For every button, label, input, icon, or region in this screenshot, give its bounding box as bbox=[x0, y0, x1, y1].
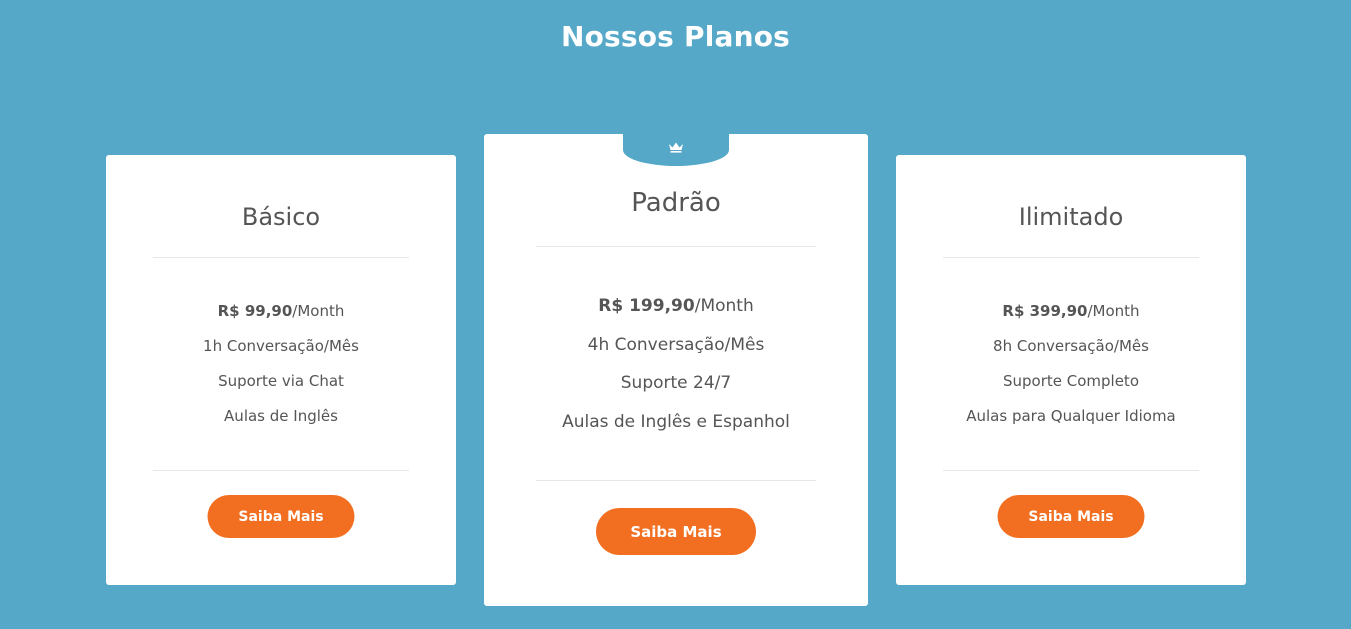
price-amount: R$ 399,90 bbox=[1002, 302, 1088, 320]
price-period: /Month bbox=[1087, 302, 1140, 320]
divider bbox=[536, 246, 816, 247]
plan-price: R$ 199,90/Month bbox=[484, 295, 868, 334]
page-title: Nossos Planos bbox=[560, 20, 791, 53]
divider bbox=[153, 257, 409, 258]
price-amount: R$ 99,90 bbox=[217, 302, 293, 320]
saiba-mais-button-padrao[interactable]: Saiba Mais bbox=[596, 508, 756, 555]
feature-item: Aulas de Inglês e Espanhol bbox=[562, 411, 790, 432]
plan-name: Padrão bbox=[631, 188, 721, 218]
price-amount: R$ 199,90 bbox=[598, 296, 695, 316]
featured-badge bbox=[623, 134, 729, 166]
saiba-mais-button-basico[interactable]: Saiba Mais bbox=[207, 495, 355, 538]
divider bbox=[943, 470, 1199, 471]
price-period: /Month bbox=[694, 296, 754, 316]
feature-item: 8h Conversação/Mês bbox=[993, 337, 1149, 355]
plan-price: R$ 399,90/Month bbox=[896, 301, 1246, 336]
plan-features: R$ 99,90/Month 1h Conversação/Mês Suport… bbox=[106, 301, 456, 441]
feature-item: Suporte Completo bbox=[1002, 372, 1139, 390]
plan-price: R$ 99,90/Month bbox=[106, 301, 456, 336]
feature-item: Suporte 24/7 bbox=[620, 373, 732, 393]
plan-card-padrao: Padrão R$ 199,90/Month 4h Conversação/Mê… bbox=[484, 134, 868, 606]
divider bbox=[943, 257, 1199, 258]
price-period: /Month bbox=[292, 302, 345, 320]
feature-item: Aulas para Qualquer Idioma bbox=[966, 407, 1176, 425]
plan-card-basico: Básico R$ 99,90/Month 1h Conversação/Mês… bbox=[106, 155, 456, 585]
divider bbox=[536, 480, 816, 481]
plan-name: Ilimitado bbox=[1018, 203, 1124, 231]
plan-card-ilimitado: Ilimitado R$ 399,90/Month 8h Conversação… bbox=[896, 155, 1246, 585]
feature-item: Aulas de Inglês bbox=[224, 407, 338, 425]
divider bbox=[153, 470, 409, 471]
crown-icon bbox=[668, 134, 684, 157]
plan-name: Básico bbox=[241, 203, 321, 231]
plan-features: R$ 199,90/Month 4h Conversação/Mês Supor… bbox=[484, 295, 868, 449]
saiba-mais-button-ilimitado[interactable]: Saiba Mais bbox=[997, 495, 1145, 538]
feature-item: 4h Conversação/Mês bbox=[587, 334, 765, 355]
feature-item: Suporte via Chat bbox=[218, 372, 344, 390]
feature-item: 1h Conversação/Mês bbox=[203, 337, 359, 355]
plan-features: R$ 399,90/Month 8h Conversação/Mês Supor… bbox=[896, 301, 1246, 441]
